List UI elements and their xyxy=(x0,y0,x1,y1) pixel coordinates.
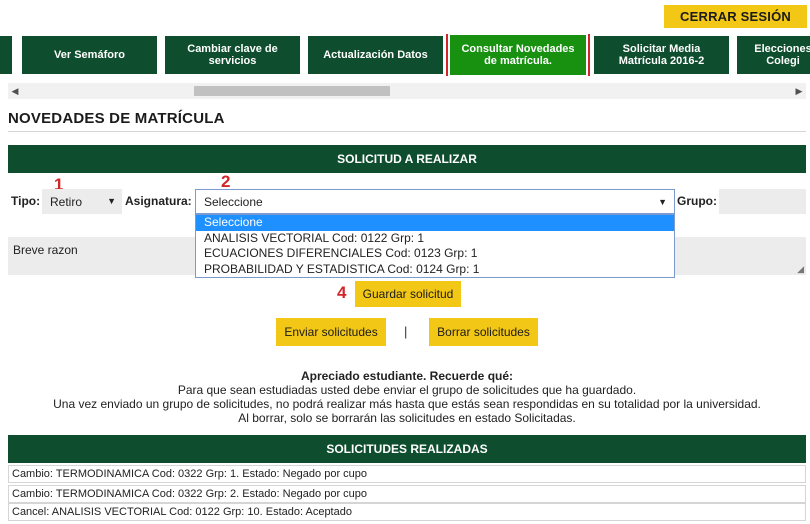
nav-item-cambiar-clave[interactable]: Cambiar clave de servicios xyxy=(165,36,300,74)
action-separator: | xyxy=(404,324,408,339)
nav-item-elecciones[interactable]: Elecciones Colegi xyxy=(737,36,810,74)
tipo-label: Tipo: xyxy=(11,194,41,208)
nav-scrollbar[interactable]: ◀ ▶ xyxy=(8,83,806,99)
notice-line: Para que sean estudiadas usted debe envi… xyxy=(177,383,637,397)
nav-item-label: Solicitar Media Matrícula 2016-2 xyxy=(618,43,705,67)
caret-down-icon: ▼ xyxy=(658,197,667,207)
asignatura-label: Asignatura: xyxy=(125,194,192,208)
asignatura-dropdown-list: Seleccione ANALISIS VECTORIAL Cod: 0122 … xyxy=(195,214,675,278)
notice-line: Una vez enviado un grupo de solicitudes,… xyxy=(53,397,761,411)
page-title: NOVEDADES DE MATRÍCULA xyxy=(8,110,225,127)
dropdown-option[interactable]: PROBABILIDAD Y ESTADISTICA Cod: 0124 Grp… xyxy=(196,262,674,278)
main-nav: Ver Semáforo Cambiar clave de servicios … xyxy=(0,34,810,76)
arrow-left-icon[interactable]: ◀ xyxy=(8,83,22,99)
send-requests-button[interactable]: Enviar solicitudes xyxy=(276,318,386,346)
logout-button[interactable]: CERRAR SESIÓN xyxy=(664,5,807,28)
table-row: Cancel: ANALISIS VECTORIAL Cod: 0122 Grp… xyxy=(8,503,806,521)
asignatura-select-value: Seleccione xyxy=(204,194,263,209)
delete-requests-button[interactable]: Borrar solicitudes xyxy=(429,318,538,346)
nav-item-consultar-novedades[interactable]: Consultar Novedades de matrícula. xyxy=(446,34,590,76)
nav-item-label: Actualización Datos xyxy=(323,49,428,61)
nav-item-label: Ver Semáforo xyxy=(54,49,125,61)
grupo-input[interactable] xyxy=(719,189,806,214)
caret-down-icon: ▼ xyxy=(107,196,116,206)
table-row: Cambio: TERMODINAMICA Cod: 0322 Grp: 1. … xyxy=(8,465,806,483)
request-section-header: SOLICITUD A REALIZAR xyxy=(8,145,806,173)
dropdown-option[interactable]: ANALISIS VECTORIAL Cod: 0122 Grp: 1 xyxy=(196,231,674,247)
reason-placeholder: Breve razon xyxy=(13,243,78,257)
notice-line: Al borrar, solo se borrarán las solicitu… xyxy=(238,411,576,425)
asignatura-select[interactable]: Seleccione ▼ xyxy=(195,189,675,214)
step-marker: 4 xyxy=(337,283,347,302)
nav-item-label: Cambiar clave de servicios xyxy=(187,43,278,67)
nav-item-media-matricula[interactable]: Solicitar Media Matrícula 2016-2 xyxy=(594,36,729,74)
scrollbar-thumb[interactable] xyxy=(194,86,390,96)
requests-done-header: SOLICITUDES REALIZADAS xyxy=(8,435,806,463)
save-request-button[interactable]: Guardar solicitud xyxy=(355,281,461,307)
resize-grip-icon[interactable]: ◢ xyxy=(797,265,804,274)
arrow-right-icon[interactable]: ▶ xyxy=(792,83,806,99)
tipo-select-value: Retiro xyxy=(50,194,83,209)
nav-item-ver-semaforo[interactable]: Ver Semáforo xyxy=(22,36,157,74)
nav-item-actualizacion-datos[interactable]: Actualización Datos xyxy=(308,36,443,74)
dropdown-option[interactable]: Seleccione xyxy=(196,215,674,231)
nav-item-hidden[interactable] xyxy=(0,36,12,74)
nav-item-label: Consultar Novedades de matrícula. xyxy=(461,43,575,67)
dropdown-option[interactable]: ECUACIONES DIFERENCIALES Cod: 0123 Grp: … xyxy=(196,246,674,262)
notice-heading: Apreciado estudiante. Recuerde qué: xyxy=(300,369,514,383)
tipo-select[interactable]: Retiro ▼ xyxy=(42,189,122,214)
divider xyxy=(8,131,806,132)
table-row: Cambio: TERMODINAMICA Cod: 0322 Grp: 2. … xyxy=(8,485,806,503)
nav-item-label: Elecciones Colegi xyxy=(754,43,810,67)
grupo-label: Grupo: xyxy=(677,194,717,208)
